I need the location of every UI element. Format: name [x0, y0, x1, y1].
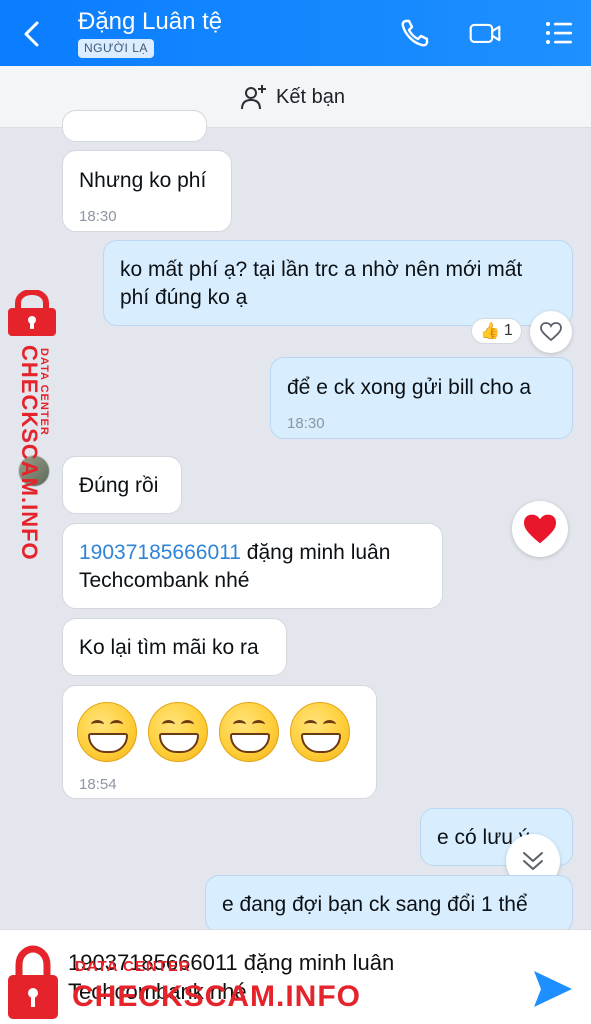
- menu-icon[interactable]: [542, 16, 576, 50]
- message-bubble[interactable]: Ko lại tìm mãi ko ra: [62, 618, 287, 676]
- message-bubble[interactable]: ko mất phí ạ? tại lần trc a nhờ nên mới …: [103, 240, 573, 326]
- heart-reaction-button[interactable]: [512, 501, 568, 557]
- message-bubble[interactable]: Đúng rồi: [62, 456, 182, 514]
- watermark-text: CHECKSCAM.INFO: [72, 980, 361, 1013]
- add-friend-icon: [241, 85, 266, 110]
- message-time: 18:30: [287, 415, 325, 432]
- back-icon[interactable]: [18, 18, 46, 50]
- grinning-face-icon: [148, 702, 208, 762]
- grinning-face-icon: [290, 702, 350, 762]
- message-text-line2: phí đúng ko ạ: [120, 286, 248, 309]
- thumbs-up-icon: 👍: [480, 323, 500, 340]
- message-text-rest: đặng minh luân: [240, 541, 391, 564]
- reaction-count: 1: [503, 322, 513, 339]
- message-bubble[interactable]: 18:54: [62, 685, 377, 799]
- message-time: 18:54: [79, 776, 117, 793]
- heart-outline-icon: [540, 322, 562, 342]
- add-friend-label: Kết bạn: [276, 85, 345, 108]
- lock-watermark-icon: [8, 945, 58, 1019]
- watermark-text: CHECKSCAM.INFO: [17, 345, 42, 561]
- message-text-line1: ko mất phí ạ? tại lần trc a nhờ nên mới …: [120, 258, 523, 281]
- video-call-icon[interactable]: [468, 16, 502, 50]
- grinning-face-icon: [77, 702, 137, 762]
- message-bubble-partial[interactable]: [62, 110, 207, 142]
- account-number-link[interactable]: 19037185666011: [79, 541, 241, 564]
- message-text: e đang đợi bạn ck sang đổi 1 thể: [222, 893, 528, 916]
- chat-header: Đặng Luân tệ NGƯỜI LẠ: [0, 0, 591, 66]
- heart-icon: [524, 514, 556, 544]
- message-text: Đúng rồi: [79, 474, 159, 497]
- message-bubble[interactable]: Nhưng ko phí 18:30: [62, 150, 232, 232]
- watermark-subtext: DATA CENTER: [38, 348, 50, 436]
- contact-name[interactable]: Đặng Luân tệ: [78, 8, 222, 36]
- send-icon[interactable]: [530, 966, 576, 1012]
- message-text-line2: Techcombank nhé: [79, 569, 250, 592]
- grinning-face-icon: [219, 702, 279, 762]
- message-bubble[interactable]: e đang đợi bạn ck sang đổi 1 thể: [205, 875, 573, 933]
- lock-watermark-icon: [8, 290, 56, 336]
- message-text-line1: 19037185666011 đặng minh luân: [79, 539, 390, 567]
- phone-icon[interactable]: [398, 16, 432, 50]
- reaction-summary[interactable]: 👍 1: [471, 318, 522, 344]
- react-button[interactable]: [530, 311, 572, 353]
- message-text: để e ck xong gửi bill cho a: [287, 376, 532, 399]
- message-time: 18:30: [79, 208, 117, 225]
- message-bubble[interactable]: 19037185666011 đặng minh luân Techcomban…: [62, 523, 443, 609]
- message-text: Ko lại tìm mãi ko ra: [79, 636, 259, 659]
- message-bubble[interactable]: để e ck xong gửi bill cho a 18:30: [270, 357, 573, 439]
- stranger-badge: NGƯỜI LẠ: [78, 39, 154, 58]
- double-chevron-down-icon: [523, 852, 543, 870]
- message-text: Nhưng ko phí: [79, 169, 207, 192]
- add-friend-button[interactable]: Kết bạn: [240, 82, 345, 112]
- watermark-subtext: DATA CENTER: [75, 958, 191, 975]
